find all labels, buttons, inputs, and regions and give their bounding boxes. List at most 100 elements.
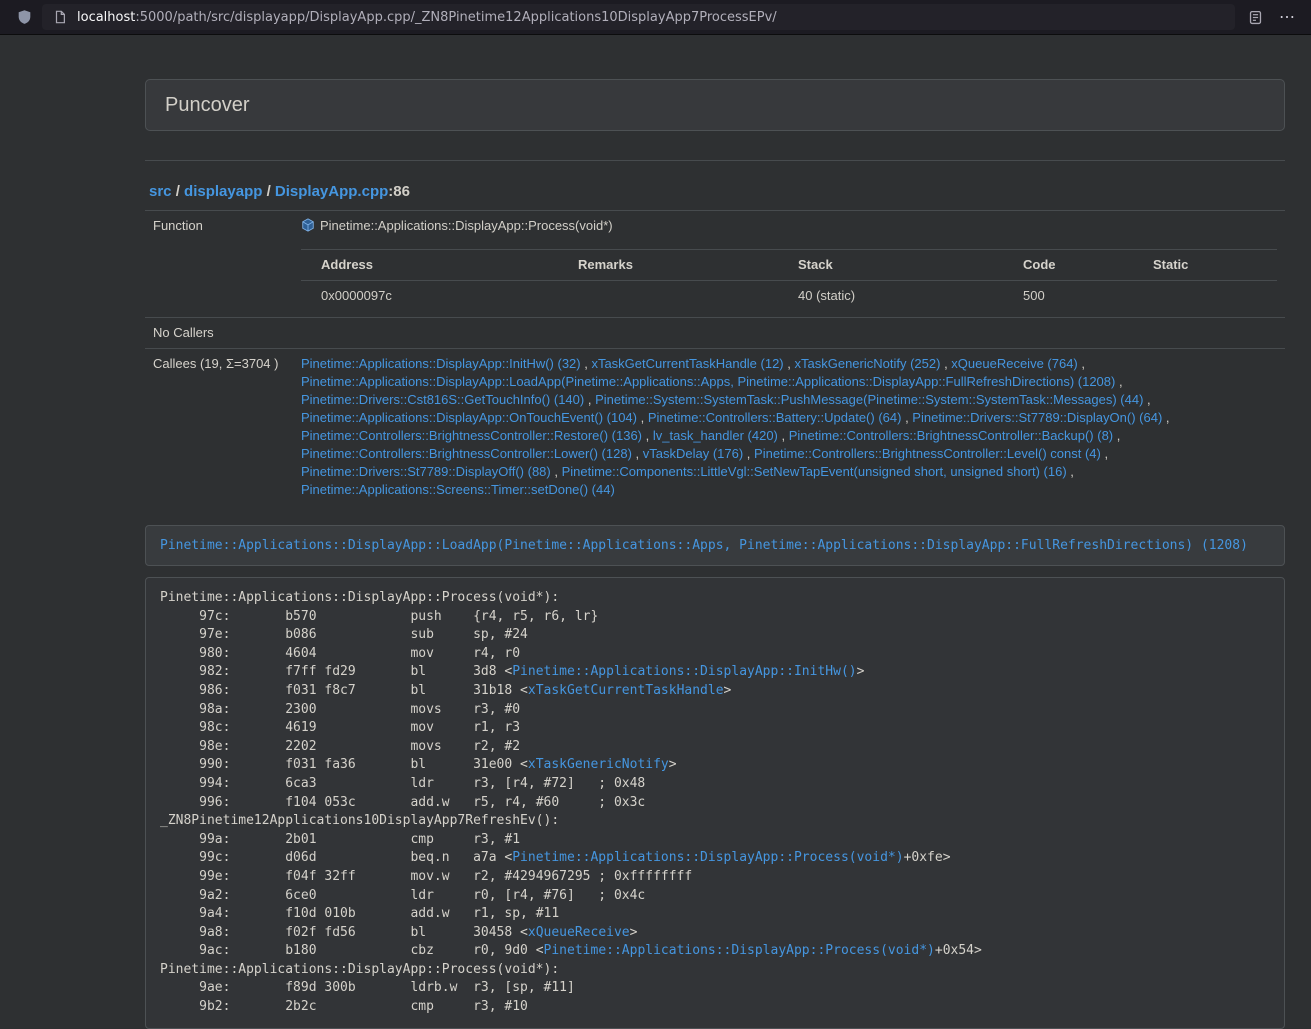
callee-link[interactable]: Pinetime::Controllers::BrightnessControl… [754, 446, 1101, 461]
callee-separator: , [901, 410, 912, 425]
callee-link[interactable]: vTaskDelay (176) [643, 446, 743, 461]
code-text: 990: f031 fa36 bl 31e00 < [160, 757, 528, 772]
code-text: 98e: 2202 movs r2, #2 [160, 739, 520, 754]
column-header-address: Address [301, 250, 558, 281]
callee-link[interactable]: Pinetime::Controllers::Battery::Update()… [648, 410, 902, 425]
breadcrumb-link[interactable]: DisplayApp.cpp [275, 183, 388, 200]
code-text: 982: f7ff fd29 bl 3d8 < [160, 664, 512, 679]
column-header-code: Code [1003, 250, 1133, 281]
callee-link[interactable]: Pinetime::Drivers::St7789::DisplayOn() (… [912, 410, 1162, 425]
shield-icon[interactable] [14, 7, 34, 27]
callee-link[interactable]: Pinetime::Drivers::St7789::DisplayOff() … [301, 464, 551, 479]
breadcrumb-link[interactable]: displayapp [184, 183, 262, 200]
page-info-icon[interactable] [50, 7, 70, 27]
code-text: 980: 4604 mov r4, r0 [160, 646, 520, 661]
page-title: Puncover [165, 94, 250, 116]
empty-row-label [145, 243, 293, 318]
callee-separator: , [637, 410, 648, 425]
callee-link[interactable]: Pinetime::Components::LittleVgl::SetNewT… [562, 464, 1067, 479]
code-text: 9ae: f89d 300b ldrb.w r3, [sp, #11] [160, 980, 575, 995]
callee-link[interactable]: Pinetime::Applications::DisplayApp::Init… [301, 356, 581, 371]
callee-link[interactable]: Pinetime::System::SystemTask::PushMessag… [595, 392, 1143, 407]
callee-separator: , [1078, 356, 1085, 371]
code-text: > [669, 757, 677, 772]
callees-list: Pinetime::Applications::DisplayApp::Init… [293, 349, 1285, 506]
shield-icon-glyph [17, 9, 32, 25]
code-text: 99e: f04f 32ff mov.w r2, #4294967295 ; 0… [160, 869, 692, 884]
breadcrumb-separator: / [172, 183, 185, 200]
app-header-panel: Puncover [145, 79, 1285, 131]
callee-separator: , [551, 464, 562, 479]
callee-link[interactable]: xTaskGenericNotify (252) [795, 356, 941, 371]
address-value: 0x0000097c [301, 281, 558, 312]
menu-icon[interactable]: ⋯ [1275, 7, 1299, 27]
code-text: +0xfe> [904, 850, 951, 865]
code-text: 9a2: 6ce0 ldr r0, [r4, #76] ; 0x4c [160, 888, 645, 903]
code-text: 9a8: f02f fd56 bl 30458 < [160, 925, 528, 940]
callee-link[interactable]: xQueueReceive (764) [951, 356, 1077, 371]
code-text: 98a: 2300 movs r3, #0 [160, 702, 520, 717]
code-text: 99c: d06d beq.n a7a < [160, 850, 512, 865]
url-text: localhost:5000/path/src/displayapp/Displ… [77, 10, 1227, 25]
code-text: > [724, 683, 732, 698]
code-symbol-link[interactable]: xTaskGetCurrentTaskHandle [528, 683, 724, 698]
callee-separator: , [1162, 410, 1169, 425]
code-text: 994: 6ca3 ldr r3, [r4, #72] ; 0x48 [160, 776, 645, 791]
breadcrumb-separator: :86 [388, 183, 410, 200]
code-text: 986: f031 f8c7 bl 31b18 < [160, 683, 528, 698]
divider [145, 160, 1285, 161]
detail-value-row: 0x0000097c 40 (static) 500 [301, 281, 1277, 312]
callee-link[interactable]: Pinetime::Controllers::BrightnessControl… [301, 446, 632, 461]
column-header-remarks: Remarks [558, 250, 778, 281]
column-header-static: Static [1133, 250, 1277, 281]
reader-view-icon-glyph [1248, 10, 1263, 25]
code-text: 9ac: b180 cbz r0, 9d0 < [160, 943, 544, 958]
callee-link[interactable]: lv_task_handler (420) [653, 428, 778, 443]
code-symbol-link[interactable]: xTaskGenericNotify [528, 757, 669, 772]
code-symbol-link[interactable]: Pinetime::Applications::DisplayApp::Proc… [512, 850, 903, 865]
code-text: 97e: b086 sub sp, #24 [160, 627, 528, 642]
breadcrumb-separator: / [262, 183, 275, 200]
callee-separator: , [1143, 392, 1150, 407]
code-text: 996: f104 053c add.w r5, r4, #60 ; 0x3c [160, 795, 645, 810]
loadapp-link[interactable]: Pinetime::Applications::DisplayApp::Load… [160, 538, 1248, 553]
url-host: localhost [77, 10, 135, 25]
callee-link[interactable]: Pinetime::Controllers::BrightnessControl… [301, 428, 642, 443]
function-row-label: Function [145, 211, 293, 244]
callee-separator: , [1113, 428, 1120, 443]
code-symbol-link[interactable]: Pinetime::Applications::DisplayApp::Init… [512, 664, 856, 679]
callee-link[interactable]: Pinetime::Applications::DisplayApp::Load… [301, 374, 1115, 389]
callee-link[interactable]: Pinetime::Drivers::Cst816S::GetTouchInfo… [301, 392, 584, 407]
callee-link[interactable]: xTaskGetCurrentTaskHandle (12) [591, 356, 783, 371]
function-icon-glyph [301, 218, 315, 232]
code-symbol-link[interactable]: Pinetime::Applications::DisplayApp::Proc… [544, 943, 935, 958]
callee-link[interactable]: Pinetime::Applications::Screens::Timer::… [301, 482, 615, 497]
code-text: Pinetime::Applications::DisplayApp::Proc… [160, 590, 559, 605]
callee-separator: , [584, 392, 595, 407]
static-value [1133, 281, 1277, 312]
breadcrumb-link[interactable]: src [149, 183, 172, 200]
callee-separator: , [642, 428, 653, 443]
function-row: Function Pinetime::Applications::Display… [145, 211, 1285, 244]
code-text: 9b2: 2b2c cmp r3, #10 [160, 999, 528, 1014]
function-icon [301, 218, 315, 237]
callee-separator: , [1101, 446, 1108, 461]
url-path: :5000/path/src/displayapp/DisplayApp.cpp… [135, 10, 776, 25]
code-symbol-link[interactable]: xQueueReceive [528, 925, 630, 940]
no-callers-label: No Callers [145, 318, 293, 349]
function-detail-table: Address Remarks Stack Code Static 0x0000… [301, 249, 1277, 311]
detail-header-row: Address Remarks Stack Code Static [301, 250, 1277, 281]
breadcrumb: src / displayapp / DisplayApp.cpp:86 [149, 182, 1285, 201]
callee-link[interactable]: Pinetime::Controllers::BrightnessControl… [789, 428, 1113, 443]
no-callers-row: No Callers [145, 318, 1285, 349]
callee-link[interactable]: Pinetime::Applications::DisplayApp::OnTo… [301, 410, 637, 425]
code-text: _ZN8Pinetime12Applications10DisplayApp7R… [160, 813, 559, 828]
callee-separator: , [1115, 374, 1122, 389]
function-cell: Pinetime::Applications::DisplayApp::Proc… [293, 211, 1285, 244]
reader-view-icon[interactable] [1245, 7, 1265, 27]
column-header-stack: Stack [778, 250, 1003, 281]
callee-separator: , [784, 356, 795, 371]
callee-separator: , [940, 356, 951, 371]
url-bar[interactable]: localhost:5000/path/src/displayapp/Displ… [42, 4, 1235, 30]
loadapp-panel: Pinetime::Applications::DisplayApp::Load… [145, 525, 1285, 566]
